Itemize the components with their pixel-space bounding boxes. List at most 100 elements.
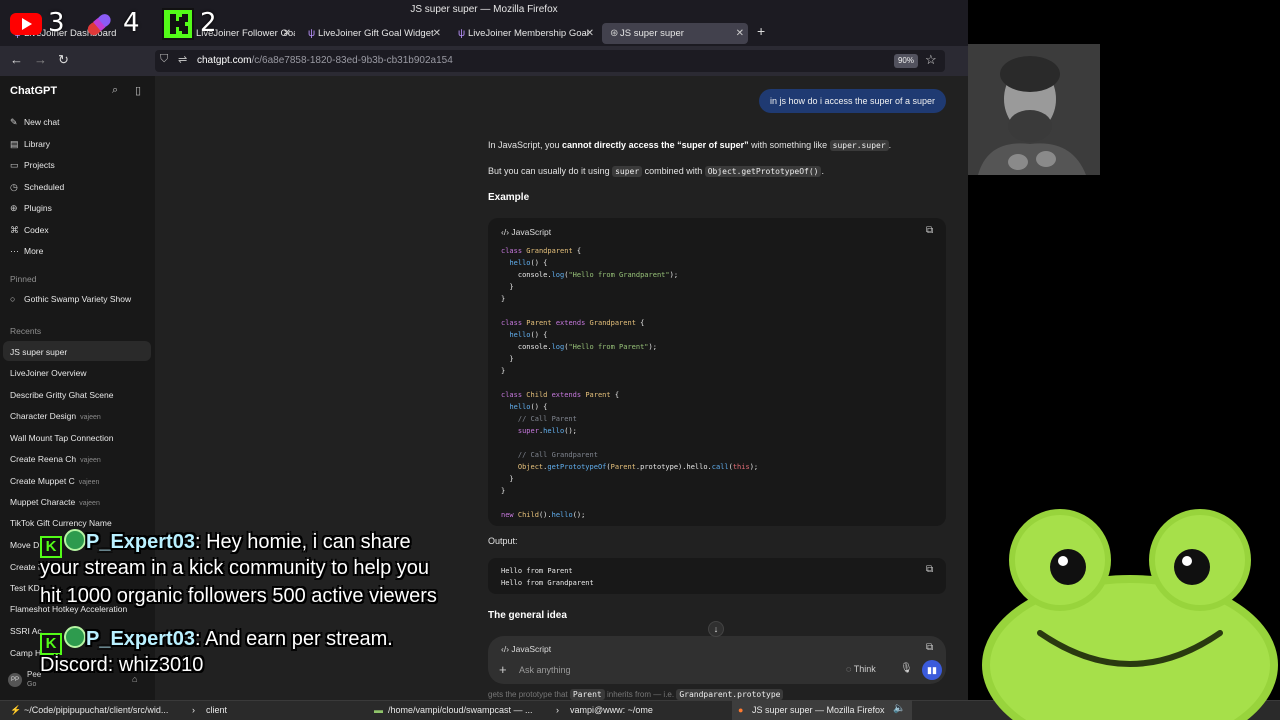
- chat-nickname: P_Expert03: [86, 531, 195, 553]
- code-language-label: JavaScript: [511, 227, 552, 237]
- output-content: Hello from Parent Hello from Grandparent: [501, 565, 594, 589]
- stream-chat-continuation: Discord: whiz3010: [40, 654, 204, 676]
- globe-badge-icon: [64, 529, 86, 551]
- sidebar-item-label: New chat: [24, 117, 60, 127]
- copy-icon[interactable]: ⧉: [926, 642, 933, 653]
- composer[interactable]: [488, 636, 946, 684]
- kick-count: 2: [200, 8, 217, 38]
- tab-favicon-icon: ψ: [308, 28, 316, 39]
- recent-item-label: Camp H: [10, 648, 42, 658]
- taskbar-item-active[interactable]: ● JS super super — Mozilla Firefox: [732, 700, 912, 720]
- tab-strip: ψLiveJoiner Dashboard LiveJoiner Followe…: [0, 20, 968, 46]
- tab-membership-goal[interactable]: ψ LiveJoiner Membership Goal ✕: [450, 23, 598, 44]
- zoom-level[interactable]: 90%: [894, 54, 918, 68]
- assistant-paragraph-2: But you can usually do it using super co…: [488, 166, 824, 177]
- tab-label: LiveJoiner Membership Goal: [468, 28, 589, 39]
- recent-item[interactable]: Create Reena Ch vajeen: [10, 454, 150, 464]
- copy-icon[interactable]: ⧉: [926, 564, 933, 575]
- recent-item[interactable]: Muppet Characte vajeen: [10, 497, 150, 507]
- taskbar-item[interactable]: ⚡ ~/Code/pipipupuchat/client/src/wid...: [4, 700, 184, 720]
- pill-count: 4: [123, 8, 140, 38]
- taskbar-item[interactable]: › vampi@www: ~/ome: [550, 700, 730, 720]
- pinned-item[interactable]: ○ Gothic Swamp Variety Show: [10, 294, 131, 304]
- chat-text: : Hey homie, i can share: [194, 531, 411, 553]
- terminal-icon: ›: [192, 705, 195, 715]
- sidebar-item-scheduled[interactable]: ◷ Scheduled: [10, 182, 64, 193]
- back-icon[interactable]: ←: [10, 52, 23, 67]
- folder-icon: ▭: [10, 160, 19, 170]
- search-icon[interactable]: ⌕: [112, 84, 118, 97]
- window-title: JS super super — Mozilla Firefox: [0, 0, 968, 20]
- tab-gift-goal[interactable]: ψ LiveJoiner Gift Goal Widget ✕: [300, 23, 445, 44]
- pill-icon: [82, 8, 118, 40]
- forward-icon[interactable]: →: [34, 52, 47, 67]
- recent-item-label: Create Reena Ch: [10, 454, 77, 464]
- sidebar-item-codex[interactable]: ⌘ Codex: [10, 225, 49, 236]
- site-info-icon[interactable]: ⇌: [178, 53, 187, 66]
- stream-chat-continuation: hit 1000 organic followers 500 active vi…: [40, 585, 437, 607]
- recent-item[interactable]: Describe Gritty Ghat Scene: [10, 390, 150, 400]
- inline-code: super: [612, 166, 643, 177]
- recent-item-label: Create Muppet C: [10, 476, 75, 486]
- volume-icon[interactable]: 🔈: [893, 703, 905, 714]
- code-icon: ‹/›: [501, 644, 510, 654]
- taskbar-item[interactable]: ▬ /home/vampi/cloud/swampcast — ...: [368, 700, 548, 720]
- sidebar-item-label: Plugins: [24, 203, 52, 213]
- youtube-count: 3: [48, 8, 65, 38]
- sidebar-item-projects[interactable]: ▭ Projects: [10, 160, 55, 171]
- new-tab-button[interactable]: +: [757, 23, 765, 39]
- text: But you can usually do it using: [488, 166, 613, 176]
- taskbar-item[interactable]: › client: [186, 700, 366, 720]
- sidebar-item-plugins[interactable]: ⊕ Plugins: [10, 203, 52, 214]
- recent-item[interactable]: LiveJoiner Overview: [10, 368, 150, 378]
- youtube-icon: [8, 10, 44, 38]
- recent-item[interactable]: Character Design vajeen: [10, 411, 150, 421]
- inline-code: Parent: [569, 689, 605, 700]
- folder-icon: ▬: [374, 705, 383, 715]
- copy-icon[interactable]: ⧉: [926, 225, 933, 236]
- close-icon[interactable]: ✕: [736, 23, 744, 44]
- recent-item[interactable]: JS super super: [10, 347, 150, 357]
- url-path: /c/6a8e7858-1820-83ed-9b3b-cb31b902a154: [251, 55, 453, 66]
- close-icon[interactable]: ✕: [586, 23, 594, 44]
- code-icon: ‹/›: [501, 227, 510, 237]
- sidebar-item-more[interactable]: ⋯ More: [10, 246, 43, 257]
- brand-title[interactable]: ChatGPT: [10, 85, 57, 97]
- recent-item[interactable]: Wall Mount Tap Connection: [10, 433, 150, 443]
- text: combined with: [642, 166, 705, 176]
- recent-item-label: Test KD: [10, 583, 40, 593]
- inline-code: Grandparent.prototype: [676, 689, 784, 700]
- composer-input[interactable]: Ask anything: [519, 665, 571, 675]
- taskbar-item-label: client: [206, 705, 228, 715]
- voice-mode-icon[interactable]: ▮▮: [922, 660, 942, 680]
- recent-item[interactable]: Create Muppet Cvajeen: [10, 476, 150, 486]
- code-language: ‹/› JavaScript: [501, 644, 551, 654]
- close-icon[interactable]: ✕: [433, 23, 441, 44]
- recent-item-label: SSRI Ac: [10, 626, 42, 636]
- close-icon[interactable]: ✕: [283, 23, 291, 44]
- url-text[interactable]: chatgpt.com/c/6a8e7858-1820-83ed-9b3b-cb…: [197, 55, 453, 66]
- taskbar-item-label: ~/Code/pipipupuchat/client/src/wid...: [24, 705, 169, 715]
- terminal-icon: ›: [556, 705, 559, 715]
- tab-js-super-super[interactable]: ⊛ JS super super ✕: [602, 23, 748, 44]
- scroll-down-icon[interactable]: ↓: [708, 621, 724, 637]
- reload-icon[interactable]: ↻: [58, 52, 69, 68]
- recent-item[interactable]: TikTok Gift Currency Name: [10, 518, 150, 528]
- text: with something like: [748, 140, 830, 150]
- sidebar-item-library[interactable]: ▤ Library: [10, 139, 50, 150]
- pinned-item-label: Gothic Swamp Variety Show: [24, 294, 132, 304]
- sidebar-item-label: Library: [24, 139, 50, 149]
- add-attachment-icon[interactable]: +: [499, 662, 507, 677]
- microphone-icon[interactable]: 🎙: [900, 663, 913, 674]
- bookmark-star-icon[interactable]: ☆: [925, 52, 937, 68]
- taskbar-item-label: /home/vampi/cloud/swampcast — ...: [388, 705, 533, 715]
- more-icon: ⋯: [10, 246, 19, 256]
- sidebar-item-new-chat[interactable]: ✎ New chat: [10, 117, 59, 128]
- think-button[interactable]: ◌ Think: [846, 664, 876, 674]
- sidebar-toggle-icon[interactable]: ▯: [135, 84, 141, 97]
- shield-icon[interactable]: ⛉: [160, 53, 168, 66]
- output-label: Output:: [488, 536, 518, 546]
- tab-favicon-icon: ψ: [458, 28, 466, 39]
- code-language: ‹/› JavaScript: [501, 227, 551, 237]
- avatar[interactable]: PP: [8, 673, 22, 687]
